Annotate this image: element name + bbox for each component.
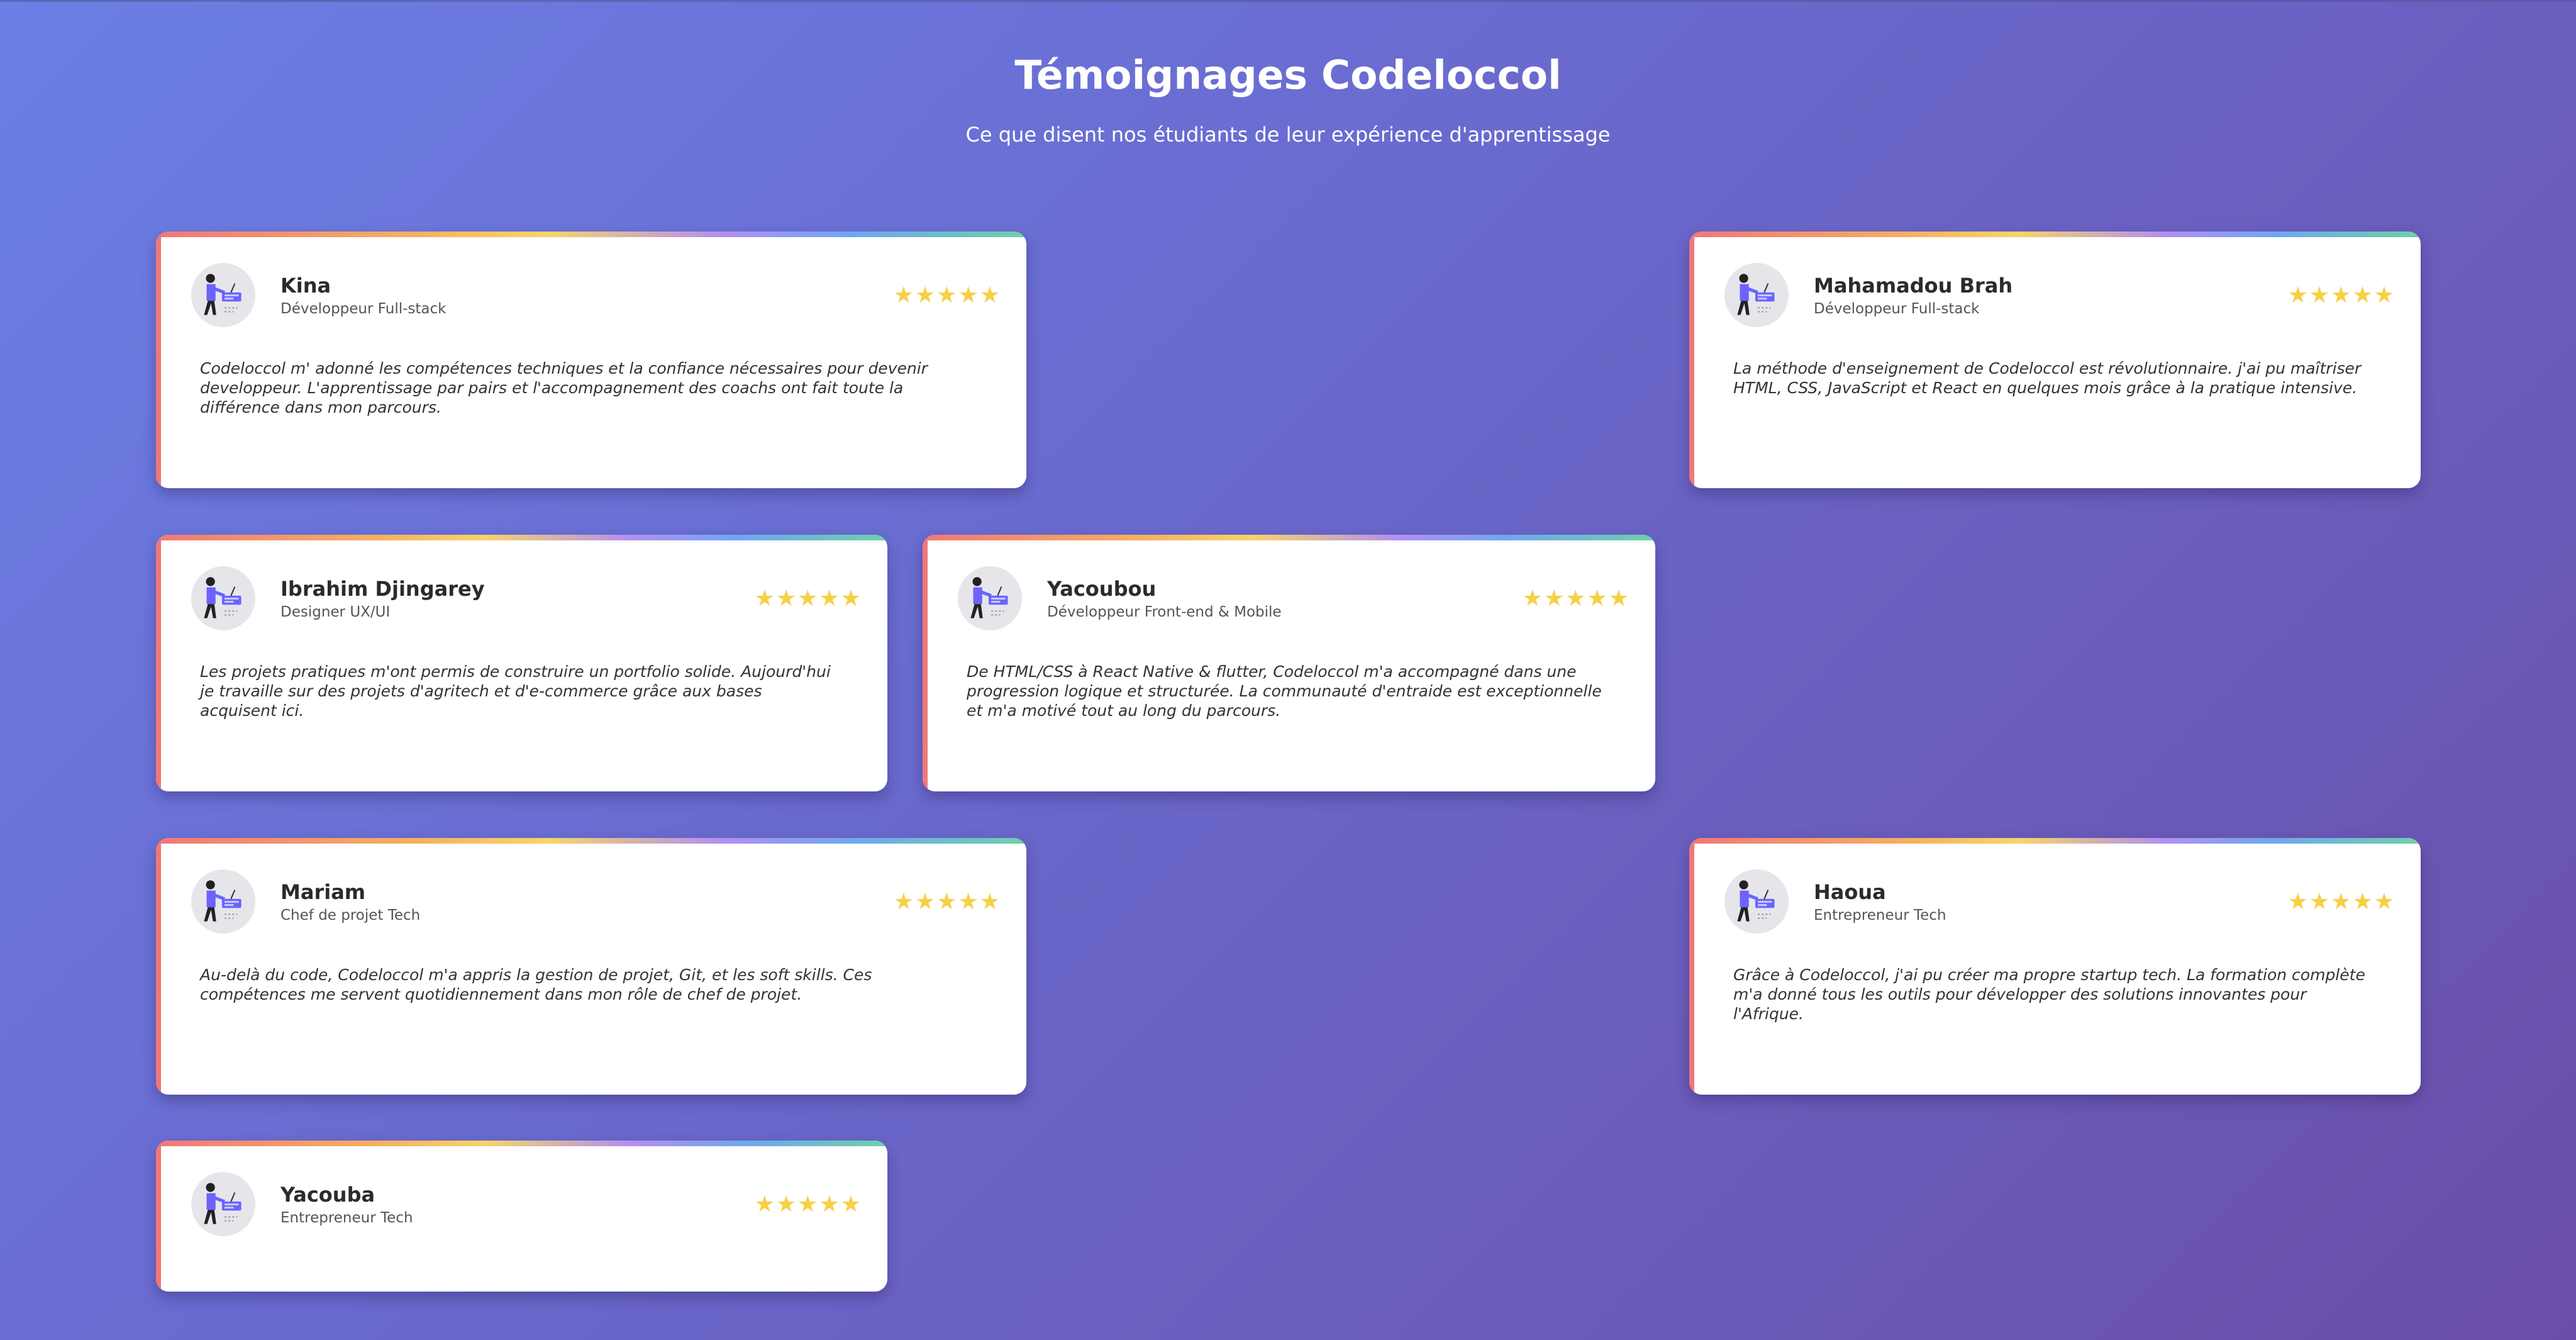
testimonial-quote: Au-delà du code, Codeloccol m'a appris l… xyxy=(200,966,872,1003)
avatar xyxy=(191,263,255,327)
author-name: Yacouba xyxy=(280,1183,375,1207)
developer-avatar-icon xyxy=(970,577,1008,618)
author-role: Designer UX/UI xyxy=(280,604,391,620)
author-name: Yacoubou xyxy=(1047,577,1157,601)
author-role: Développeur Full-stack xyxy=(1814,301,1980,317)
star-rating-icon: ★★★★★ xyxy=(1522,586,1630,611)
avatar xyxy=(191,566,255,630)
top-border xyxy=(0,0,2576,2)
author-role: Développeur Front-end & Mobile xyxy=(1047,604,1282,620)
avatar xyxy=(1724,263,1789,327)
testimonial-quote: La méthode d'enseignement de Codeloccol … xyxy=(1733,359,2362,397)
avatar xyxy=(191,869,255,934)
author-name: Ibrahim Djingarey xyxy=(280,577,485,601)
developer-avatar-icon xyxy=(204,1183,242,1224)
testimonial-quote: De HTML/CSS à React Native & flutter, Co… xyxy=(967,662,1602,720)
developer-avatar-icon xyxy=(204,274,242,315)
developer-avatar-icon xyxy=(204,577,242,618)
developer-avatar-icon xyxy=(204,880,242,922)
testimonial-card: Yacoubou Développeur Front-end & Mobile … xyxy=(923,535,1655,791)
testimonial-quote: Les projets pratiques m'ont permis de co… xyxy=(200,662,831,720)
avatar xyxy=(1724,869,1789,934)
avatar xyxy=(958,566,1022,630)
testimonial-card: Haoua Entrepreneur Tech ★★★★★ Grâce à Co… xyxy=(1689,838,2421,1095)
developer-avatar-icon xyxy=(1737,880,1775,922)
star-rating-icon: ★★★★★ xyxy=(2287,282,2396,308)
author-role: Entrepreneur Tech xyxy=(280,1210,413,1226)
star-rating-icon: ★★★★★ xyxy=(893,889,1001,915)
author-name: Kina xyxy=(280,274,331,298)
testimonial-card: Ibrahim Djingarey Designer UX/UI ★★★★★ L… xyxy=(156,535,887,791)
star-rating-icon: ★★★★★ xyxy=(893,282,1001,308)
page-title: Témoignages Codeloccol xyxy=(1014,52,1562,98)
author-role: Chef de projet Tech xyxy=(280,907,421,924)
author-name: Haoua xyxy=(1814,880,1886,904)
testimonial-card: Mariam Chef de projet Tech ★★★★★ Au-delà… xyxy=(156,838,1026,1095)
avatar xyxy=(191,1172,255,1236)
author-role: Entrepreneur Tech xyxy=(1814,907,1946,924)
testimonial-card: Yacouba Entrepreneur Tech ★★★★★ xyxy=(156,1141,887,1292)
star-rating-icon: ★★★★★ xyxy=(2287,889,2396,915)
author-role: Développeur Full-stack xyxy=(280,301,447,317)
testimonial-quote: Codeloccol m' adonné les compétences tec… xyxy=(200,359,928,416)
star-rating-icon: ★★★★★ xyxy=(754,1192,862,1217)
testimonial-card: Kina Développeur Full-stack ★★★★★ Codelo… xyxy=(156,232,1026,488)
star-rating-icon: ★★★★★ xyxy=(754,586,862,611)
testimonial-quote: Grâce à Codeloccol, j'ai pu créer ma pro… xyxy=(1733,966,2365,1023)
page-subtitle: Ce que disent nos étudiants de leur expé… xyxy=(965,123,1611,147)
author-name: Mariam xyxy=(280,880,366,904)
testimonial-card: Mahamadou Brah Développeur Full-stack ★★… xyxy=(1689,232,2421,488)
developer-avatar-icon xyxy=(1737,274,1775,315)
author-name: Mahamadou Brah xyxy=(1814,274,2013,298)
